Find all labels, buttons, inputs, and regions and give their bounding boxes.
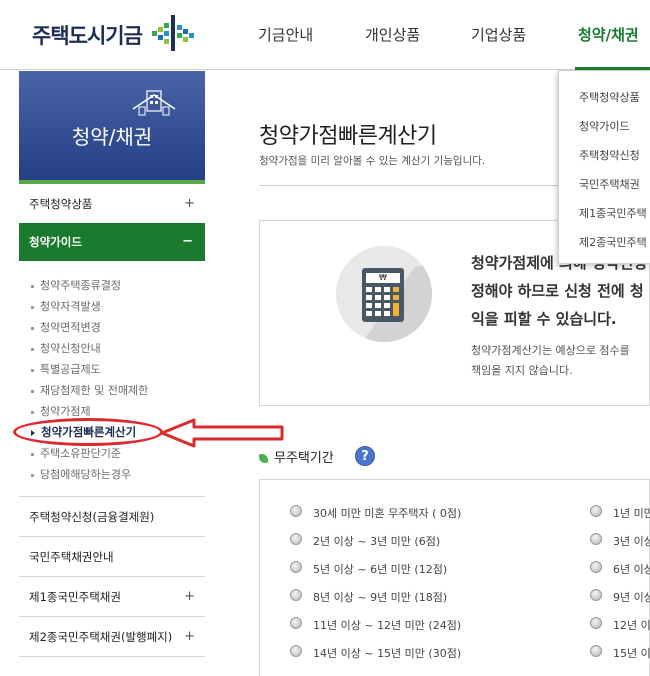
option-label: 1년 미만	[613, 507, 650, 520]
section-title: 무주택기간	[259, 447, 334, 466]
side-submenu: 청약주택종류결정 청약자격발생 청약면적변경 청약신청안내 특별공급제도 재당첨…	[19, 261, 205, 497]
bullet-icon	[31, 326, 34, 330]
option-label: 15년 이상	[613, 647, 650, 660]
submenu-item[interactable]: 청약자격발생	[31, 298, 101, 314]
expand-icon[interactable]: +	[184, 577, 195, 617]
side-menu-bond-type2[interactable]: 제2종국민주택채권(발행폐지) +	[19, 617, 205, 657]
side-menu-subscription-apply[interactable]: 주택청약신청(금융결제원)	[19, 497, 205, 537]
logo-text[interactable]: 주택도시기금	[32, 20, 143, 50]
dropdown-item[interactable]: 청약가이드	[579, 118, 630, 134]
dropdown-item[interactable]: 제2종국민주택	[579, 234, 647, 250]
highlight-oval-annotation	[13, 418, 163, 446]
bullet-icon	[31, 452, 34, 456]
intro-text: 정해야 하므로 신청 전에 청	[471, 282, 644, 300]
intro-note: 책임을 지지 않습니다.	[471, 364, 573, 377]
nav-business-products[interactable]: 기업상품	[471, 24, 526, 45]
side-menu-label: 제1종국민주택채권	[29, 590, 121, 604]
calculator-icon: ₩	[336, 246, 432, 342]
intro-note: 청약가점계산기는 예상으로 점수를	[471, 344, 630, 357]
side-menu-label: 주택청약상품	[29, 197, 93, 211]
radio-button[interactable]	[290, 533, 302, 545]
option-label: 12년 이상	[613, 619, 650, 632]
radio-button[interactable]	[590, 589, 602, 601]
page-title: 청약가점빠른계산기	[259, 124, 437, 149]
bullet-icon	[31, 473, 34, 477]
radio-button[interactable]	[590, 617, 602, 629]
page-description: 청약가점을 미리 알아볼 수 있는 계산기 기능입니다.	[259, 155, 486, 167]
side-menu-label: 제2종국민주택채권(발행폐지)	[29, 630, 173, 644]
nav-subscription-bonds[interactable]: 청약/채권	[578, 24, 639, 45]
help-icon[interactable]: ?	[355, 446, 375, 466]
bullet-icon	[31, 410, 34, 414]
expand-icon[interactable]: +	[184, 184, 195, 224]
nav-personal-products[interactable]: 개인상품	[365, 24, 420, 45]
dropdown-item[interactable]: 주택청약상품	[579, 89, 640, 105]
dropdown-item[interactable]: 제1종국민주택	[579, 205, 647, 221]
leaf-icon	[259, 454, 268, 463]
arrow-left-icon	[160, 418, 284, 448]
radio-button[interactable]	[590, 561, 602, 573]
side-menu-guide[interactable]: 청약가이드 −	[19, 223, 205, 261]
bullet-icon	[31, 347, 34, 351]
side-menu-label: 국민주택채권안내	[29, 550, 114, 564]
logo-icon[interactable]	[150, 13, 196, 53]
nav-fund-info[interactable]: 기금안내	[258, 24, 313, 45]
sidebar-banner-title: 청약/채권	[71, 125, 153, 149]
site-header: 주택도시기금 기금안내 개인상품 기업상품 청약/채권	[0, 0, 650, 70]
option-label: 8년 이상 ~ 9년 미만 (18점)	[313, 591, 448, 604]
submenu-item[interactable]: 청약주택종류결정	[31, 277, 121, 293]
dropdown-item[interactable]: 국민주택채권	[579, 176, 640, 192]
bullet-icon	[31, 284, 34, 288]
radio-button[interactable]	[590, 533, 602, 545]
side-menu-housing-products[interactable]: 주택청약상품 +	[19, 184, 205, 224]
submenu-item[interactable]: 청약면적변경	[31, 319, 101, 335]
bullet-icon	[31, 368, 34, 372]
option-label: 6년 이상	[613, 563, 650, 576]
bullet-icon	[31, 389, 34, 393]
submenu-item[interactable]: 청약가점제	[31, 403, 91, 419]
side-menu-label: 주택청약신청(금융결제원)	[29, 510, 155, 524]
bullet-icon	[31, 305, 34, 309]
radio-button[interactable]	[290, 505, 302, 517]
dropdown-item[interactable]: 주택청약신청	[579, 147, 640, 163]
option-label: 2년 이상 ~ 3년 미만 (6점)	[313, 535, 441, 548]
submenu-item[interactable]: 재당첨제한 및 전매제한	[31, 382, 148, 398]
radio-button[interactable]	[590, 505, 602, 517]
intro-text: 익을 피할 수 있습니다.	[471, 310, 617, 328]
radio-button[interactable]	[290, 561, 302, 573]
option-label: 3년 이상	[613, 535, 650, 548]
option-label: 9년 이상	[613, 591, 650, 604]
collapse-icon[interactable]: −	[182, 223, 193, 261]
radio-button[interactable]	[290, 645, 302, 657]
option-label: 30세 미만 미혼 무주택자 ( 0점)	[313, 507, 462, 520]
submenu-item[interactable]: 청약신청안내	[31, 340, 101, 356]
submenu-item[interactable]: 주택소유판단기준	[31, 445, 121, 461]
side-menu-national-bond[interactable]: 국민주택채권안내	[19, 537, 205, 577]
radio-button[interactable]	[290, 617, 302, 629]
radio-button[interactable]	[590, 645, 602, 657]
sidebar-banner: 청약/채권	[19, 71, 205, 180]
option-label: 11년 이상 ~ 12년 미만 (24점)	[313, 619, 462, 632]
submenu-item[interactable]: 특별공급제도	[31, 361, 101, 377]
expand-icon[interactable]: +	[184, 617, 195, 657]
side-menu-bond-type1[interactable]: 제1종국민주택채권 +	[19, 577, 205, 617]
side-menu-label: 청약가이드	[29, 235, 82, 249]
building-icon	[132, 90, 176, 116]
radio-button[interactable]	[290, 589, 302, 601]
option-label: 5년 이상 ~ 6년 미만 (12점)	[313, 563, 448, 576]
submenu-item[interactable]: 당첨에해당하는경우	[31, 466, 131, 482]
nav-dropdown-menu: 주택청약상품 청약가이드 주택청약신청 국민주택채권 제1종국민주택 제2종국민…	[558, 70, 650, 264]
option-label: 14년 이상 ~ 15년 미만 (30점)	[313, 647, 462, 660]
